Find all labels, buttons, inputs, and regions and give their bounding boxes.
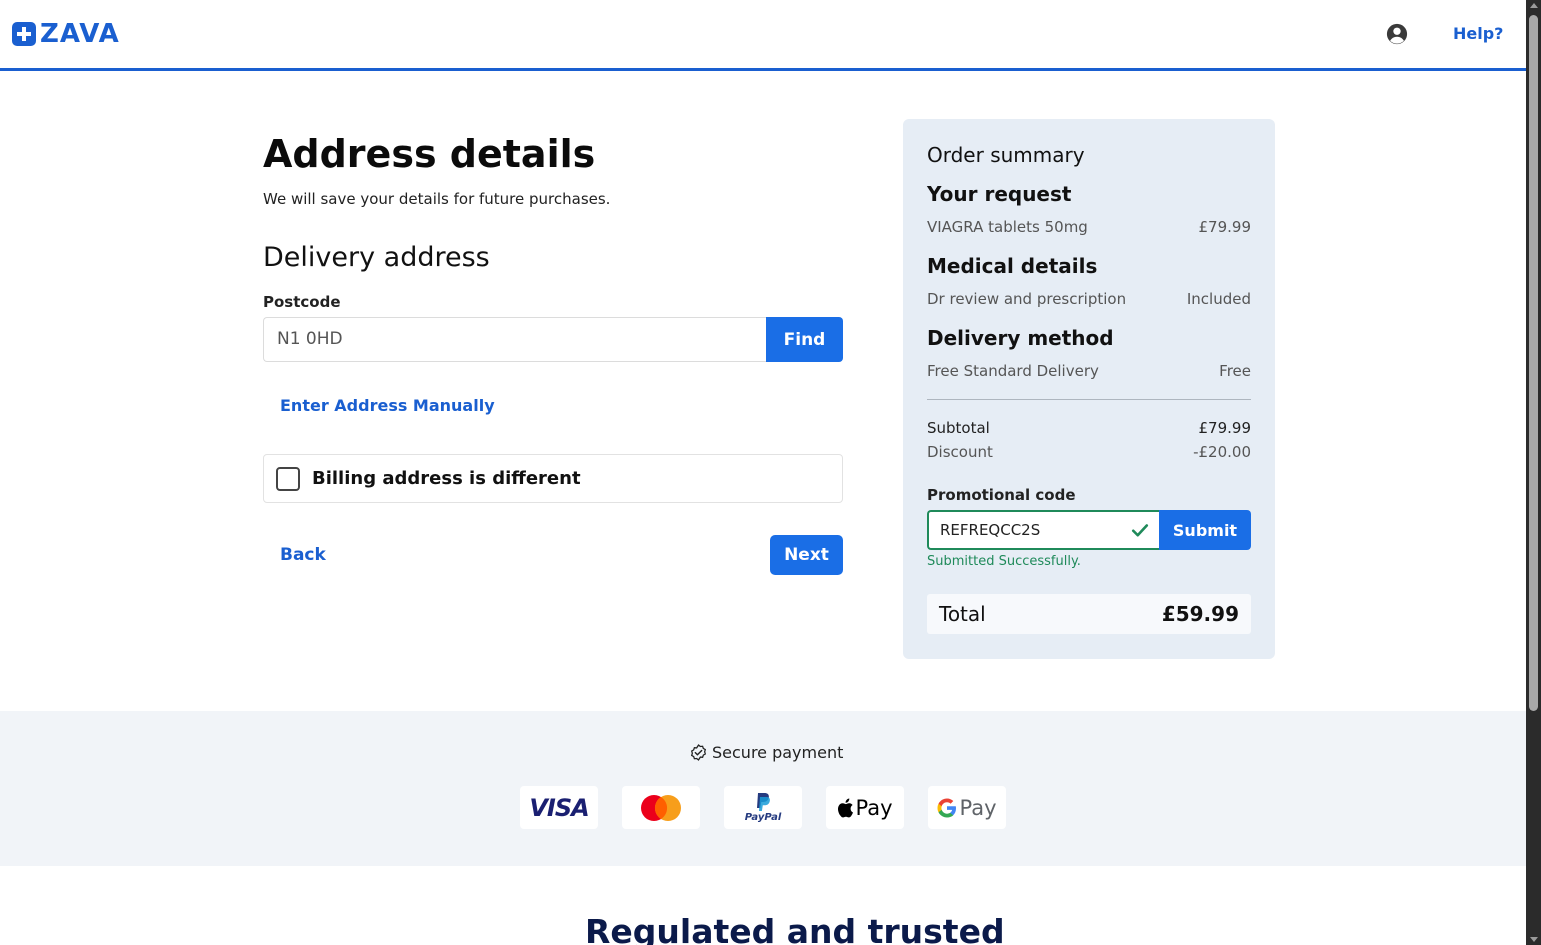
order-summary-title: Order summary [927,143,1085,167]
paypal-text: PayPal [744,812,782,823]
summary-value: £79.99 [1198,218,1252,236]
subtotal-value: £79.99 [1198,419,1252,437]
summary-divider [927,399,1251,400]
enter-address-manually-link[interactable]: Enter Address Manually [280,396,495,415]
secure-payment-section: Secure payment VISA PayPal Pay Pay [0,711,1526,866]
delivery-address-title: Delivery address [263,242,490,273]
regulated-section-title: Regulated and trusted [585,912,1005,945]
billing-address-toggle[interactable]: Billing address is different [263,454,843,503]
visa-logo: VISA [529,793,589,822]
back-button[interactable]: Back [280,545,326,565]
secure-payment-label-group: Secure payment [690,743,843,762]
apple-logo-icon [838,798,854,817]
google-pay-text: Pay [959,795,997,820]
paypal-p-icon [756,793,770,811]
page-subtitle: We will save your details for future pur… [263,190,611,208]
summary-heading-delivery: Delivery method [927,326,1114,350]
billing-checkbox[interactable] [276,466,300,491]
billing-label: Billing address is different [312,468,581,489]
total-value: £59.99 [1161,602,1239,626]
check-icon [1131,524,1149,537]
apple-pay-text: Pay [855,795,893,820]
visa-card: VISA [520,786,598,829]
promo-code-label: Promotional code [927,486,1076,504]
scrollbar-thumb[interactable] [1529,15,1538,711]
plus-logo-icon [12,22,36,46]
apple-pay-card: Pay [826,786,904,829]
summary-row-medical: Dr review and prescription Included [927,290,1251,308]
site-header: ZAVA Help? [0,0,1526,71]
logo-text: ZAVA [40,19,120,49]
total-row: Total £59.99 [927,594,1251,634]
summary-row-request: VIAGRA tablets 50mg £79.99 [927,218,1251,236]
help-link[interactable]: Help? [1453,24,1503,43]
page-title: Address details [263,132,596,176]
summary-heading-medical: Medical details [927,254,1098,278]
mastercard-logo-icon [641,794,681,821]
payment-methods: VISA PayPal Pay Pay [520,786,1030,829]
summary-item: Free Standard Delivery [927,362,1099,380]
summary-item: Dr review and prescription [927,290,1127,308]
find-button[interactable]: Find [766,317,843,362]
summary-item: VIAGRA tablets 50mg [927,218,1088,236]
discount-value: -£20.00 [1193,443,1251,461]
scroll-down-arrow-icon[interactable] [1530,937,1538,942]
next-button[interactable]: Next [770,535,843,575]
summary-row-delivery: Free Standard Delivery Free [927,362,1251,380]
google-pay-card: Pay [928,786,1006,829]
vertical-scrollbar[interactable] [1526,0,1541,945]
zava-logo[interactable]: ZAVA [12,21,120,47]
account-icon[interactable] [1386,23,1408,45]
subtotal-label: Subtotal [927,419,990,437]
google-g-icon [937,798,957,817]
scroll-up-arrow-icon[interactable] [1530,3,1538,8]
discount-row: Discount -£20.00 [927,443,1251,461]
postcode-input[interactable]: N1 0HD [263,317,767,362]
page: ZAVA Help? Address details We will save … [0,0,1526,945]
paypal-card: PayPal [724,786,802,829]
paypal-logo: PayPal [744,792,782,823]
order-summary: Order summary Your request VIAGRA tablet… [903,119,1275,659]
discount-label: Discount [927,443,993,461]
postcode-label: Postcode [263,293,341,311]
secure-payment-label: Secure payment [712,743,844,762]
summary-value: Included [1186,290,1251,308]
promo-success-message: Submitted Successfully. [927,554,1081,569]
verified-badge-icon [690,744,707,761]
subtotal-row: Subtotal £79.99 [927,419,1251,437]
promo-code-input[interactable]: REFREQCC2S [927,510,1159,550]
total-label: Total [939,602,986,626]
promo-submit-button[interactable]: Submit [1159,510,1251,550]
mastercard-card [622,786,700,829]
summary-value: Free [1219,362,1251,380]
summary-heading-request: Your request [927,182,1072,206]
